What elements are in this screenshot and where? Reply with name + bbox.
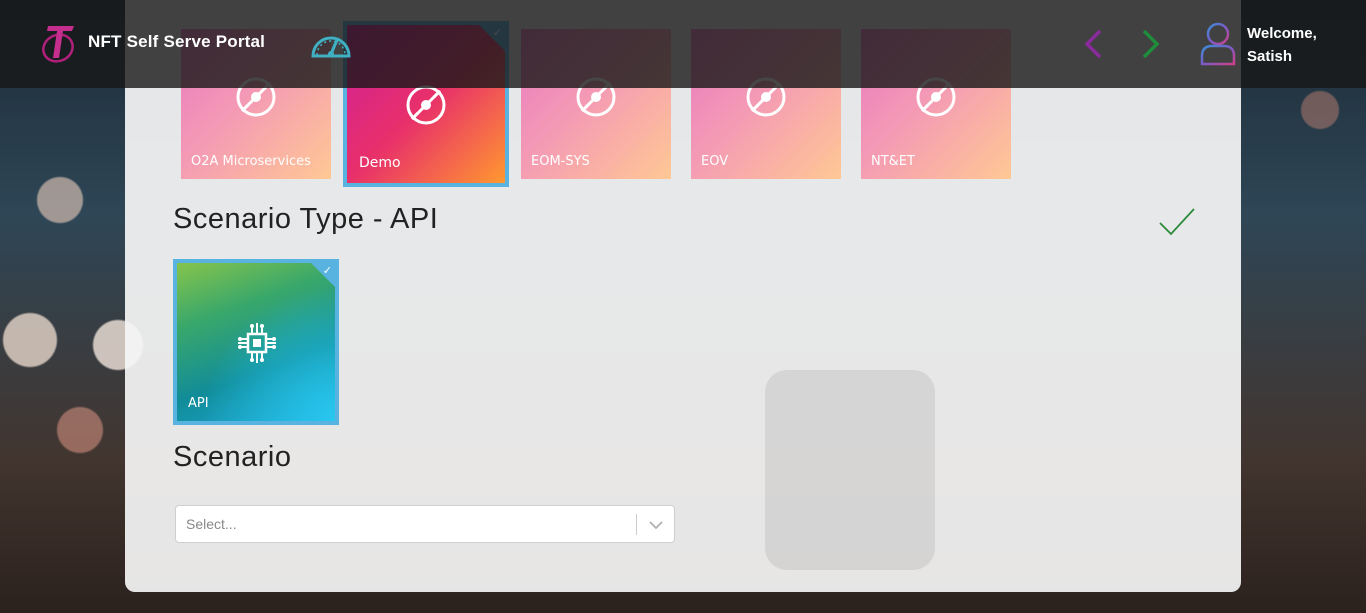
top-header: NFT Self Serve Portal Welcome, Satish (0, 0, 1366, 88)
chevron-down-icon[interactable] (648, 517, 664, 533)
scenario-type-tile-api[interactable]: ✓ API (173, 259, 339, 425)
app-tile-label: NT&ET (871, 154, 915, 169)
satellite-icon (406, 85, 446, 125)
app-tile-label: EOV (701, 154, 729, 169)
background-decoration (765, 370, 935, 570)
welcome-text: Welcome, Satish (1247, 22, 1317, 68)
scenario-type-title: Scenario Type - API (173, 203, 439, 235)
welcome-username: Satish (1247, 48, 1293, 65)
select-placeholder: Select... (186, 516, 237, 532)
app-tile-label: EOM-SYS (531, 154, 590, 169)
select-separator (636, 514, 637, 535)
chevron-right-icon[interactable] (1140, 28, 1162, 60)
welcome-greeting: Welcome, (1247, 25, 1317, 42)
chevron-left-icon[interactable] (1082, 28, 1104, 60)
circuit-chip-icon (238, 323, 276, 363)
scenario-title: Scenario (173, 441, 292, 473)
app-title: NFT Self Serve Portal (88, 32, 266, 51)
check-icon: ✓ (322, 264, 332, 277)
telstra-logo[interactable] (40, 20, 80, 66)
checkmark-icon (1159, 208, 1195, 236)
speedometer-icon[interactable] (309, 26, 353, 60)
app-tile-label: O2A Microservices (191, 154, 311, 169)
scenario-select[interactable]: Select... (175, 505, 675, 543)
user-icon[interactable] (1198, 20, 1238, 66)
scenario-type-label: API (188, 396, 209, 411)
app-tile-label: Demo (359, 155, 401, 171)
